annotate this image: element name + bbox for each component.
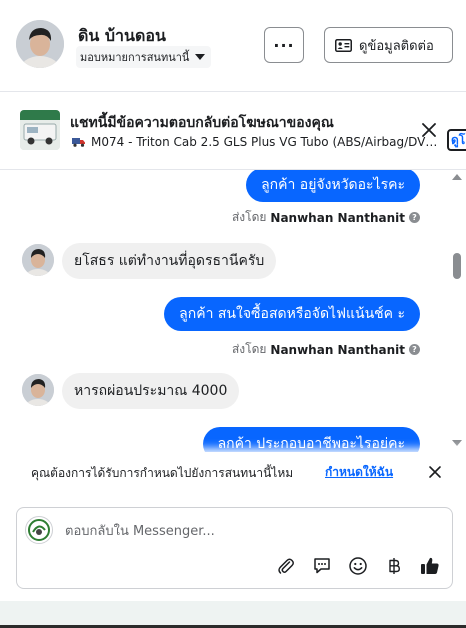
contact-card-icon — [335, 38, 352, 52]
conversation-header: ดิน บ้านดอน มอบหมายการสนทนานี้ ··· ดูข้อ… — [0, 0, 466, 92]
view-ad-button[interactable]: ดูโ — [447, 129, 466, 151]
reply-composer — [16, 507, 453, 589]
ad-vehicle-text: M074 - Triton Cab 2.5 GLS Plus VG Tubo (… — [91, 135, 438, 149]
paperclip-icon — [278, 558, 294, 574]
sent-by-prefix: ส่งโดย — [231, 342, 267, 356]
assign-suggestion-text: คุณต้องการได้รับการกำหนดไปยังการสนทนานี้… — [31, 466, 294, 480]
reply-input[interactable] — [65, 522, 435, 540]
close-icon[interactable] — [420, 121, 438, 139]
smiley-icon — [349, 557, 367, 575]
chat-bubble-icon — [314, 558, 330, 574]
view-ad-label: ดูโ — [451, 133, 466, 147]
view-contact-label: ดูข้อมูลติดต่อ — [359, 38, 434, 54]
more-options-button[interactable]: ··· — [264, 27, 304, 63]
message-bubble-outgoing[interactable]: ลูกค้า อยู่จังหวัดอะไรคะ — [246, 170, 420, 202]
scroll-up-arrow-icon[interactable] — [452, 174, 462, 180]
assign-to-me-link[interactable]: กำหนดให้ฉัน — [325, 463, 393, 482]
more-options-icon: ··· — [273, 35, 295, 55]
sender-name: Nanwhan Nanthanit — [270, 342, 405, 357]
message-text: ลูกค้า อยู่จังหวัดอะไรคะ — [261, 177, 405, 193]
close-icon[interactable] — [428, 465, 442, 479]
truck-icon — [72, 138, 85, 147]
ad-thumbnail[interactable] — [20, 110, 60, 150]
scroll-down-arrow-icon[interactable] — [452, 440, 462, 446]
sent-by-line: ส่งโดย Nanwhan Nanthanit ? — [232, 208, 420, 227]
footer-area — [0, 601, 466, 628]
contact-avatar[interactable] — [16, 20, 64, 68]
view-contact-button[interactable]: ดูข้อมูลติดต่อ — [324, 27, 453, 63]
sent-by-prefix: ส่งโดย — [231, 210, 267, 224]
message-text: ลูกค้า สนใจซื้อสดหรือจัดไฟแน้นช์ค ะ — [179, 306, 405, 322]
ad-vehicle-line: M074 - Triton Cab 2.5 GLS Plus VG Tubo (… — [72, 135, 438, 149]
info-icon[interactable]: ? — [409, 212, 420, 223]
message-bubble-incoming[interactable]: ยโสธร แต่ทำงานที่อุดรธานีครับ — [62, 243, 277, 279]
contact-avatar-small — [22, 374, 54, 406]
assign-label: มอบหมายการสนทนานี้ — [80, 51, 190, 64]
saved-replies-button[interactable] — [311, 555, 333, 577]
page-logo — [25, 516, 53, 544]
message-text: ยโสธร แต่ทำงานที่อุดรธานีครับ — [74, 253, 265, 269]
message-bubble-outgoing[interactable]: ลูกค้า สนใจซื้อสดหรือจัดไฟแน้นช์ค ะ — [164, 297, 420, 331]
scrollbar-thumb[interactable] — [453, 253, 461, 279]
message-text: หารถผ่อนประมาณ 4000 — [74, 383, 228, 399]
message-bubble-incoming[interactable]: หารถผ่อนประมาณ 4000 — [62, 373, 240, 409]
assign-suggestion-bar: คุณต้องการได้รับการกำหนดไปยังการสนทนานี้… — [0, 452, 466, 494]
contact-avatar-small — [22, 244, 54, 276]
ad-reply-banner: แชทนี้มีข้อความตอบกลับต่อโฆษณาของคุณ M07… — [0, 92, 466, 170]
like-button[interactable] — [419, 555, 441, 577]
info-icon[interactable]: ? — [409, 344, 420, 355]
conversation-panel: ดิน บ้านดอน มอบหมายการสนทนานี้ ··· ดูข้อ… — [0, 0, 466, 628]
chevron-down-icon — [195, 54, 206, 60]
assign-dropdown[interactable]: มอบหมายการสนทนานี้ — [76, 46, 212, 68]
emoji-button[interactable] — [347, 555, 369, 577]
sent-by-line: ส่งโดย Nanwhan Nanthanit ? — [232, 340, 420, 359]
baht-icon — [389, 558, 400, 574]
message-list[interactable]: ลูกค้า อยู่จังหวัดอะไรคะ ส่งโดย Nanwhan … — [0, 170, 466, 456]
ad-banner-title: แชทนี้มีข้อความตอบกลับต่อโฆษณาของคุณ — [70, 115, 334, 131]
sender-name: Nanwhan Nanthanit — [270, 210, 405, 225]
attach-button[interactable] — [275, 555, 297, 577]
payment-button[interactable] — [383, 555, 405, 577]
thumbs-up-icon — [421, 557, 439, 574]
